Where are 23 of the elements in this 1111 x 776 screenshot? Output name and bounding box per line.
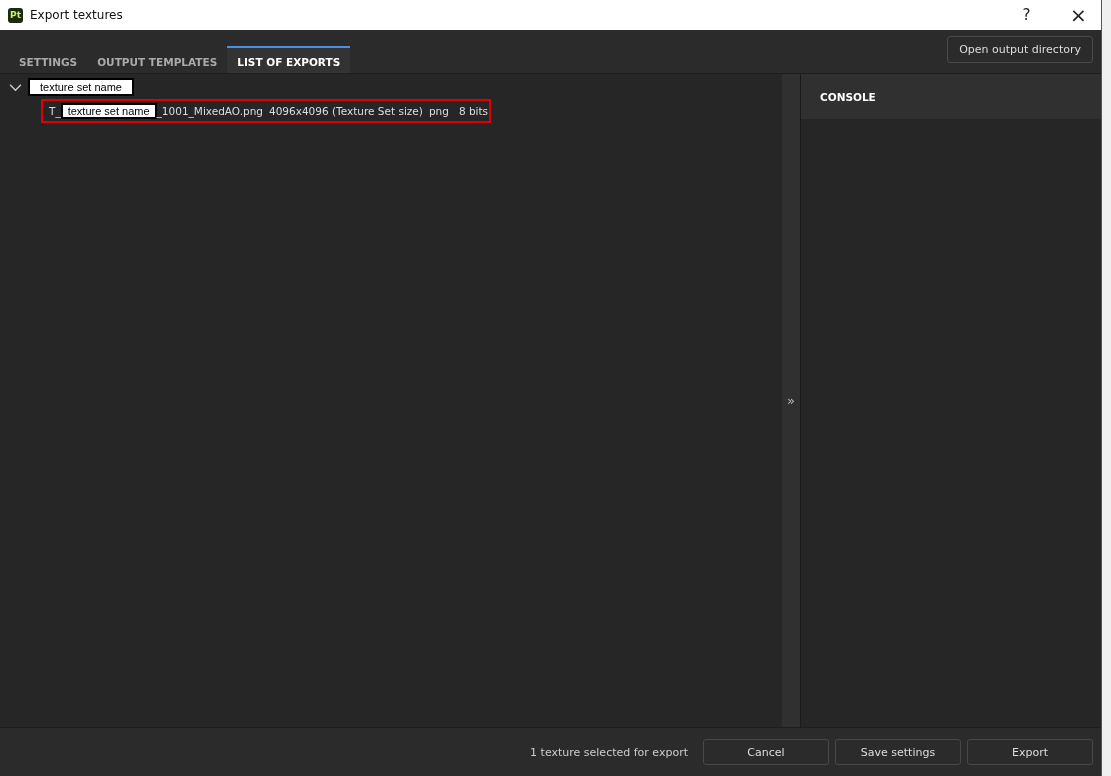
- tab[interactable]: OUTPUT TEMPLATES: [87, 46, 228, 73]
- footer-button[interactable]: Export: [967, 739, 1093, 765]
- texture-size: 4096x4096 (Texture Set size): [269, 105, 423, 117]
- footer-button[interactable]: Cancel: [703, 739, 829, 765]
- status-text: 1 texture selected for export: [530, 745, 688, 759]
- app-logo-icon: Pt: [8, 7, 23, 23]
- tab[interactable]: SETTINGS: [9, 46, 88, 73]
- tab[interactable]: LIST OF EXPORTS: [227, 46, 351, 73]
- collapse-handle[interactable]: »: [787, 393, 795, 408]
- export-row[interactable]: T_ texture set name _1001_MixedAO.png 4096x4096 (Texture Set size) png 8 bits: [41, 99, 491, 123]
- file-format: png: [428, 105, 449, 117]
- file-prefix: T_: [49, 105, 61, 117]
- chevron-icon[interactable]: [9, 82, 22, 92]
- name-label: texture set name: [28, 78, 134, 96]
- footer-button[interactable]: Save settings: [835, 739, 961, 765]
- open-output-directory-button[interactable]: Open output directory: [947, 36, 1093, 63]
- file-name: _1001_MixedAO.png: [156, 105, 263, 117]
- name-label: texture set name: [60, 103, 157, 119]
- close-button[interactable]: ×: [1056, 0, 1101, 30]
- console-title: CONSOLE: [820, 90, 876, 103]
- help-button[interactable]: ?: [1004, 0, 1049, 30]
- window-title: Export textures: [30, 8, 123, 22]
- bit-depth: 8 bits: [458, 105, 489, 117]
